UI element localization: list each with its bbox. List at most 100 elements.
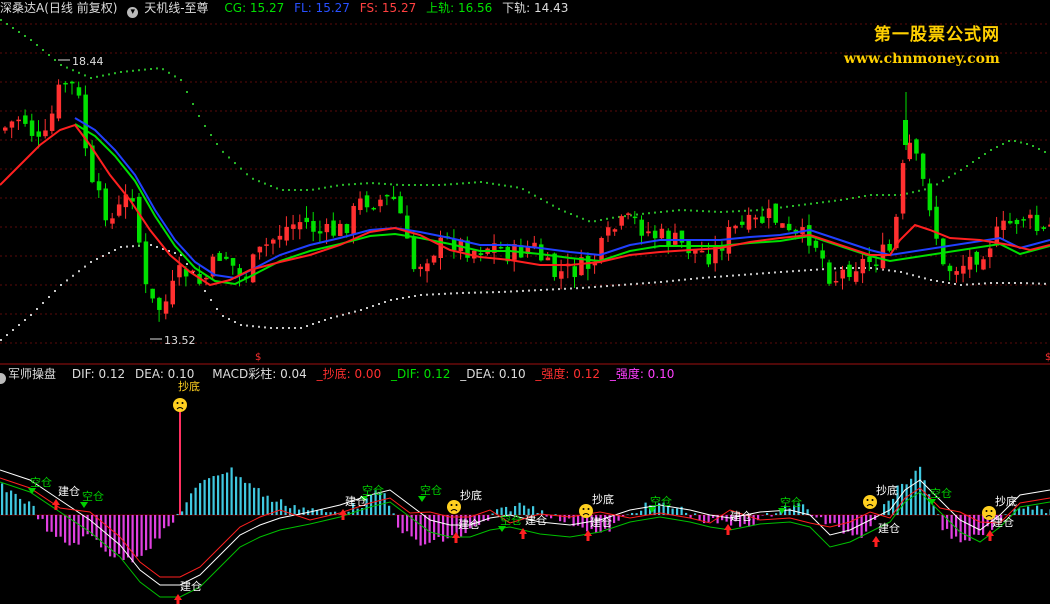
macd-bar bbox=[676, 508, 679, 515]
upper-band-dot bbox=[6, 23, 8, 25]
candle-body bbox=[110, 218, 115, 224]
lower-band-dot bbox=[258, 325, 260, 328]
candle-body bbox=[49, 113, 55, 131]
macd-bar bbox=[977, 515, 980, 535]
chart-canvas[interactable]: 18.44 13.52 抄底空仓空仓 空仓空仓空仓空仓 空仓空仓建仓建仓建仓建仓 建仓… bbox=[0, 0, 1050, 604]
empty-signal-label: 空仓 bbox=[420, 483, 442, 497]
lower-band-dot bbox=[666, 280, 668, 283]
lower-band-dot bbox=[960, 284, 962, 286]
lower-band-dot bbox=[954, 283, 956, 285]
buy-arrow-icon bbox=[174, 594, 182, 604]
lower-band-dot bbox=[372, 305, 374, 307]
lower-band-dot bbox=[480, 291, 482, 294]
lower-band-dot bbox=[978, 282, 980, 285]
lower-band-dot bbox=[54, 290, 56, 292]
macd-bar bbox=[1022, 508, 1025, 515]
lower-band-dot bbox=[816, 268, 818, 271]
sad-face-eye bbox=[990, 510, 993, 512]
candle-body bbox=[673, 232, 678, 245]
band-lines bbox=[0, 19, 1046, 341]
empty-signal-label: 空仓 bbox=[82, 489, 104, 503]
upper-band-dot bbox=[846, 198, 848, 200]
macd-bar bbox=[392, 513, 395, 515]
sad-face-eye bbox=[587, 508, 590, 510]
macd-bar bbox=[5, 492, 8, 515]
lower-band-dot bbox=[288, 327, 290, 329]
upper-band-dot bbox=[204, 125, 206, 127]
candle-body bbox=[813, 240, 819, 248]
candle-body bbox=[163, 301, 169, 314]
macd-bar bbox=[937, 514, 940, 515]
upper-band-dot bbox=[582, 217, 584, 220]
macd-bar bbox=[37, 515, 40, 520]
lower-band-dot bbox=[84, 265, 86, 268]
lower-band-dot bbox=[690, 278, 692, 280]
upper-band-dot bbox=[1020, 141, 1022, 144]
lower-band-dot bbox=[534, 289, 536, 292]
upper-band-dot bbox=[30, 39, 32, 41]
lower-band-dot bbox=[1014, 282, 1016, 284]
macd-bar bbox=[982, 515, 985, 536]
upper-band-dot bbox=[978, 157, 980, 159]
upper-band-dot bbox=[150, 68, 152, 70]
upper-band-dot bbox=[624, 215, 626, 218]
macd-bar bbox=[433, 515, 436, 540]
upper-band-dot bbox=[162, 68, 164, 71]
upper-band-dot bbox=[828, 200, 830, 203]
candle-body bbox=[974, 251, 979, 265]
macd-bar bbox=[860, 515, 863, 538]
lower-band-dot bbox=[264, 326, 266, 329]
candle-body bbox=[539, 244, 544, 261]
macd-bar bbox=[761, 515, 764, 516]
macd-bar bbox=[775, 513, 778, 515]
upper-band-dot bbox=[690, 209, 692, 212]
upper-band-dot bbox=[90, 77, 92, 79]
lower-band-dot bbox=[822, 268, 824, 271]
candle-body bbox=[264, 244, 269, 246]
candle-body bbox=[150, 288, 155, 299]
lower-band-dot bbox=[588, 286, 590, 289]
bottom-signal-label: 抄底 bbox=[460, 488, 482, 502]
macd-bar bbox=[554, 514, 557, 515]
upper-band-dot bbox=[1026, 143, 1028, 145]
upper-band-dot bbox=[222, 150, 224, 153]
bottom-signal-label: 抄底 bbox=[178, 379, 200, 393]
macd-bar bbox=[145, 515, 148, 551]
lower-band-dot bbox=[564, 287, 566, 290]
upper-band-dot bbox=[936, 183, 938, 186]
sad-face-eye bbox=[582, 508, 585, 510]
candle-body bbox=[317, 231, 323, 234]
upper-band-dot bbox=[666, 210, 668, 213]
candle-body bbox=[76, 87, 82, 96]
candle-body bbox=[103, 188, 108, 221]
candle-body bbox=[961, 265, 966, 274]
macd-bar bbox=[82, 515, 85, 537]
macd-bar bbox=[487, 515, 490, 521]
lower-band-dot bbox=[366, 307, 368, 309]
macd-bar bbox=[172, 515, 175, 523]
upper-band-dot bbox=[348, 183, 350, 186]
upper-band-dot bbox=[810, 202, 812, 205]
lower-band-dot bbox=[774, 271, 776, 274]
upper-band-dot bbox=[516, 186, 518, 189]
candle-body bbox=[391, 196, 397, 200]
macd-bar bbox=[217, 475, 220, 515]
upper-band-dot bbox=[882, 194, 884, 196]
lower-band-dot bbox=[612, 284, 614, 287]
candle-body bbox=[903, 120, 908, 145]
macd-bar bbox=[221, 474, 224, 515]
macd-bar bbox=[46, 515, 49, 532]
lower-band-dot bbox=[1008, 282, 1010, 284]
upper-band-dot bbox=[210, 134, 212, 136]
macd-bar bbox=[32, 505, 35, 515]
macd-bar bbox=[59, 515, 62, 537]
macd-bar bbox=[671, 508, 674, 515]
upper-band-dot bbox=[1002, 143, 1004, 145]
macd-bar bbox=[55, 515, 58, 537]
upper-band-dot bbox=[1044, 151, 1046, 153]
upper-band-dot bbox=[360, 182, 362, 185]
lower-band-dot bbox=[516, 290, 518, 293]
upper-band-dot bbox=[510, 185, 512, 188]
upper-band-dot bbox=[84, 74, 86, 77]
lower-band-dot bbox=[768, 271, 770, 274]
